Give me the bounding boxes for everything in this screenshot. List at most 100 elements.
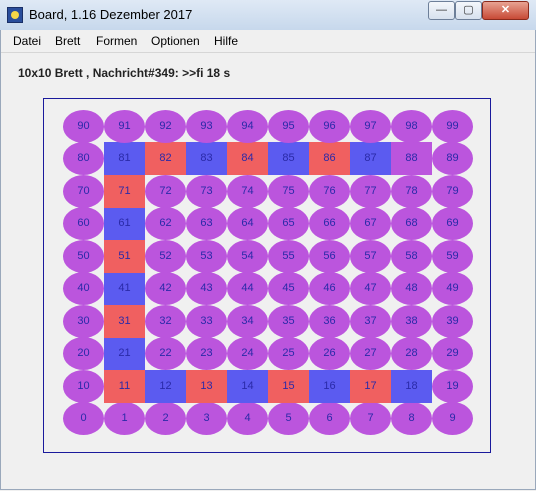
board-cell-69[interactable]: 69 <box>432 207 473 240</box>
board-cell-96[interactable]: 96 <box>309 110 350 143</box>
board-cell-54[interactable]: 54 <box>227 240 268 273</box>
board-cell-11[interactable]: 11 <box>104 370 145 403</box>
board-cell-92[interactable]: 92 <box>145 110 186 143</box>
board-cell-65[interactable]: 65 <box>268 207 309 240</box>
board-cell-51[interactable]: 51 <box>104 240 145 273</box>
board-cell-47[interactable]: 47 <box>350 272 391 305</box>
board-cell-72[interactable]: 72 <box>145 175 186 208</box>
board-cell-43[interactable]: 43 <box>186 272 227 305</box>
board-cell-53[interactable]: 53 <box>186 240 227 273</box>
board-cell-64[interactable]: 64 <box>227 207 268 240</box>
board-cell-95[interactable]: 95 <box>268 110 309 143</box>
board-cell-38[interactable]: 38 <box>391 305 432 338</box>
board-cell-44[interactable]: 44 <box>227 272 268 305</box>
menu-hilfe[interactable]: Hilfe <box>214 34 238 48</box>
board-cell-52[interactable]: 52 <box>145 240 186 273</box>
board-cell-32[interactable]: 32 <box>145 305 186 338</box>
board-cell-60[interactable]: 60 <box>63 207 104 240</box>
board-cell-10[interactable]: 10 <box>63 370 104 403</box>
board-cell-71[interactable]: 71 <box>104 175 145 208</box>
board-cell-9[interactable]: 9 <box>432 402 473 435</box>
board-cell-79[interactable]: 79 <box>432 175 473 208</box>
board-cell-76[interactable]: 76 <box>309 175 350 208</box>
board-cell-91[interactable]: 91 <box>104 110 145 143</box>
board-cell-59[interactable]: 59 <box>432 240 473 273</box>
menu-optionen[interactable]: Optionen <box>151 34 200 48</box>
board-cell-82[interactable]: 82 <box>145 142 186 175</box>
board-cell-27[interactable]: 27 <box>350 337 391 370</box>
board-cell-81[interactable]: 81 <box>104 142 145 175</box>
board-cell-61[interactable]: 61 <box>104 207 145 240</box>
board-cell-37[interactable]: 37 <box>350 305 391 338</box>
board-cell-7[interactable]: 7 <box>350 402 391 435</box>
board-cell-68[interactable]: 68 <box>391 207 432 240</box>
maximize-button[interactable]: ▢ <box>455 1 482 20</box>
board-cell-4[interactable]: 4 <box>227 402 268 435</box>
board-cell-1[interactable]: 1 <box>104 402 145 435</box>
board-cell-6[interactable]: 6 <box>309 402 350 435</box>
board-cell-84[interactable]: 84 <box>227 142 268 175</box>
board-cell-94[interactable]: 94 <box>227 110 268 143</box>
board-cell-26[interactable]: 26 <box>309 337 350 370</box>
board-cell-29[interactable]: 29 <box>432 337 473 370</box>
board-cell-31[interactable]: 31 <box>104 305 145 338</box>
board-cell-88[interactable]: 88 <box>391 142 432 175</box>
board-cell-16[interactable]: 16 <box>309 370 350 403</box>
board-cell-45[interactable]: 45 <box>268 272 309 305</box>
menu-formen[interactable]: Formen <box>96 34 137 48</box>
board-cell-57[interactable]: 57 <box>350 240 391 273</box>
board-cell-5[interactable]: 5 <box>268 402 309 435</box>
board-cell-98[interactable]: 98 <box>391 110 432 143</box>
board-cell-18[interactable]: 18 <box>391 370 432 403</box>
board-cell-22[interactable]: 22 <box>145 337 186 370</box>
board-cell-17[interactable]: 17 <box>350 370 391 403</box>
board-cell-28[interactable]: 28 <box>391 337 432 370</box>
board-cell-13[interactable]: 13 <box>186 370 227 403</box>
board-cell-75[interactable]: 75 <box>268 175 309 208</box>
board-cell-97[interactable]: 97 <box>350 110 391 143</box>
board-cell-85[interactable]: 85 <box>268 142 309 175</box>
board-cell-74[interactable]: 74 <box>227 175 268 208</box>
board-cell-70[interactable]: 70 <box>63 175 104 208</box>
menu-brett[interactable]: Brett <box>55 34 80 48</box>
board-cell-93[interactable]: 93 <box>186 110 227 143</box>
board-cell-33[interactable]: 33 <box>186 305 227 338</box>
board-cell-62[interactable]: 62 <box>145 207 186 240</box>
board-cell-48[interactable]: 48 <box>391 272 432 305</box>
board-cell-12[interactable]: 12 <box>145 370 186 403</box>
board-cell-99[interactable]: 99 <box>432 110 473 143</box>
board-cell-67[interactable]: 67 <box>350 207 391 240</box>
board-cell-39[interactable]: 39 <box>432 305 473 338</box>
board-cell-80[interactable]: 80 <box>63 142 104 175</box>
board-cell-83[interactable]: 83 <box>186 142 227 175</box>
board-cell-36[interactable]: 36 <box>309 305 350 338</box>
board-cell-86[interactable]: 86 <box>309 142 350 175</box>
board-cell-78[interactable]: 78 <box>391 175 432 208</box>
board-cell-41[interactable]: 41 <box>104 272 145 305</box>
board-cell-58[interactable]: 58 <box>391 240 432 273</box>
board-cell-24[interactable]: 24 <box>227 337 268 370</box>
board-cell-19[interactable]: 19 <box>432 370 473 403</box>
board-cell-63[interactable]: 63 <box>186 207 227 240</box>
close-button[interactable]: ✕ <box>482 1 529 20</box>
board-cell-8[interactable]: 8 <box>391 402 432 435</box>
board-cell-87[interactable]: 87 <box>350 142 391 175</box>
board-cell-77[interactable]: 77 <box>350 175 391 208</box>
board-cell-73[interactable]: 73 <box>186 175 227 208</box>
board-cell-35[interactable]: 35 <box>268 305 309 338</box>
board-cell-23[interactable]: 23 <box>186 337 227 370</box>
minimize-button[interactable]: — <box>428 1 455 20</box>
board-cell-89[interactable]: 89 <box>432 142 473 175</box>
board-cell-66[interactable]: 66 <box>309 207 350 240</box>
board-cell-90[interactable]: 90 <box>63 110 104 143</box>
board-cell-55[interactable]: 55 <box>268 240 309 273</box>
board-cell-3[interactable]: 3 <box>186 402 227 435</box>
board-cell-25[interactable]: 25 <box>268 337 309 370</box>
board-cell-50[interactable]: 50 <box>63 240 104 273</box>
board-cell-15[interactable]: 15 <box>268 370 309 403</box>
board-cell-56[interactable]: 56 <box>309 240 350 273</box>
board-cell-21[interactable]: 21 <box>104 337 145 370</box>
board-cell-42[interactable]: 42 <box>145 272 186 305</box>
board-cell-0[interactable]: 0 <box>63 402 104 435</box>
board-cell-20[interactable]: 20 <box>63 337 104 370</box>
